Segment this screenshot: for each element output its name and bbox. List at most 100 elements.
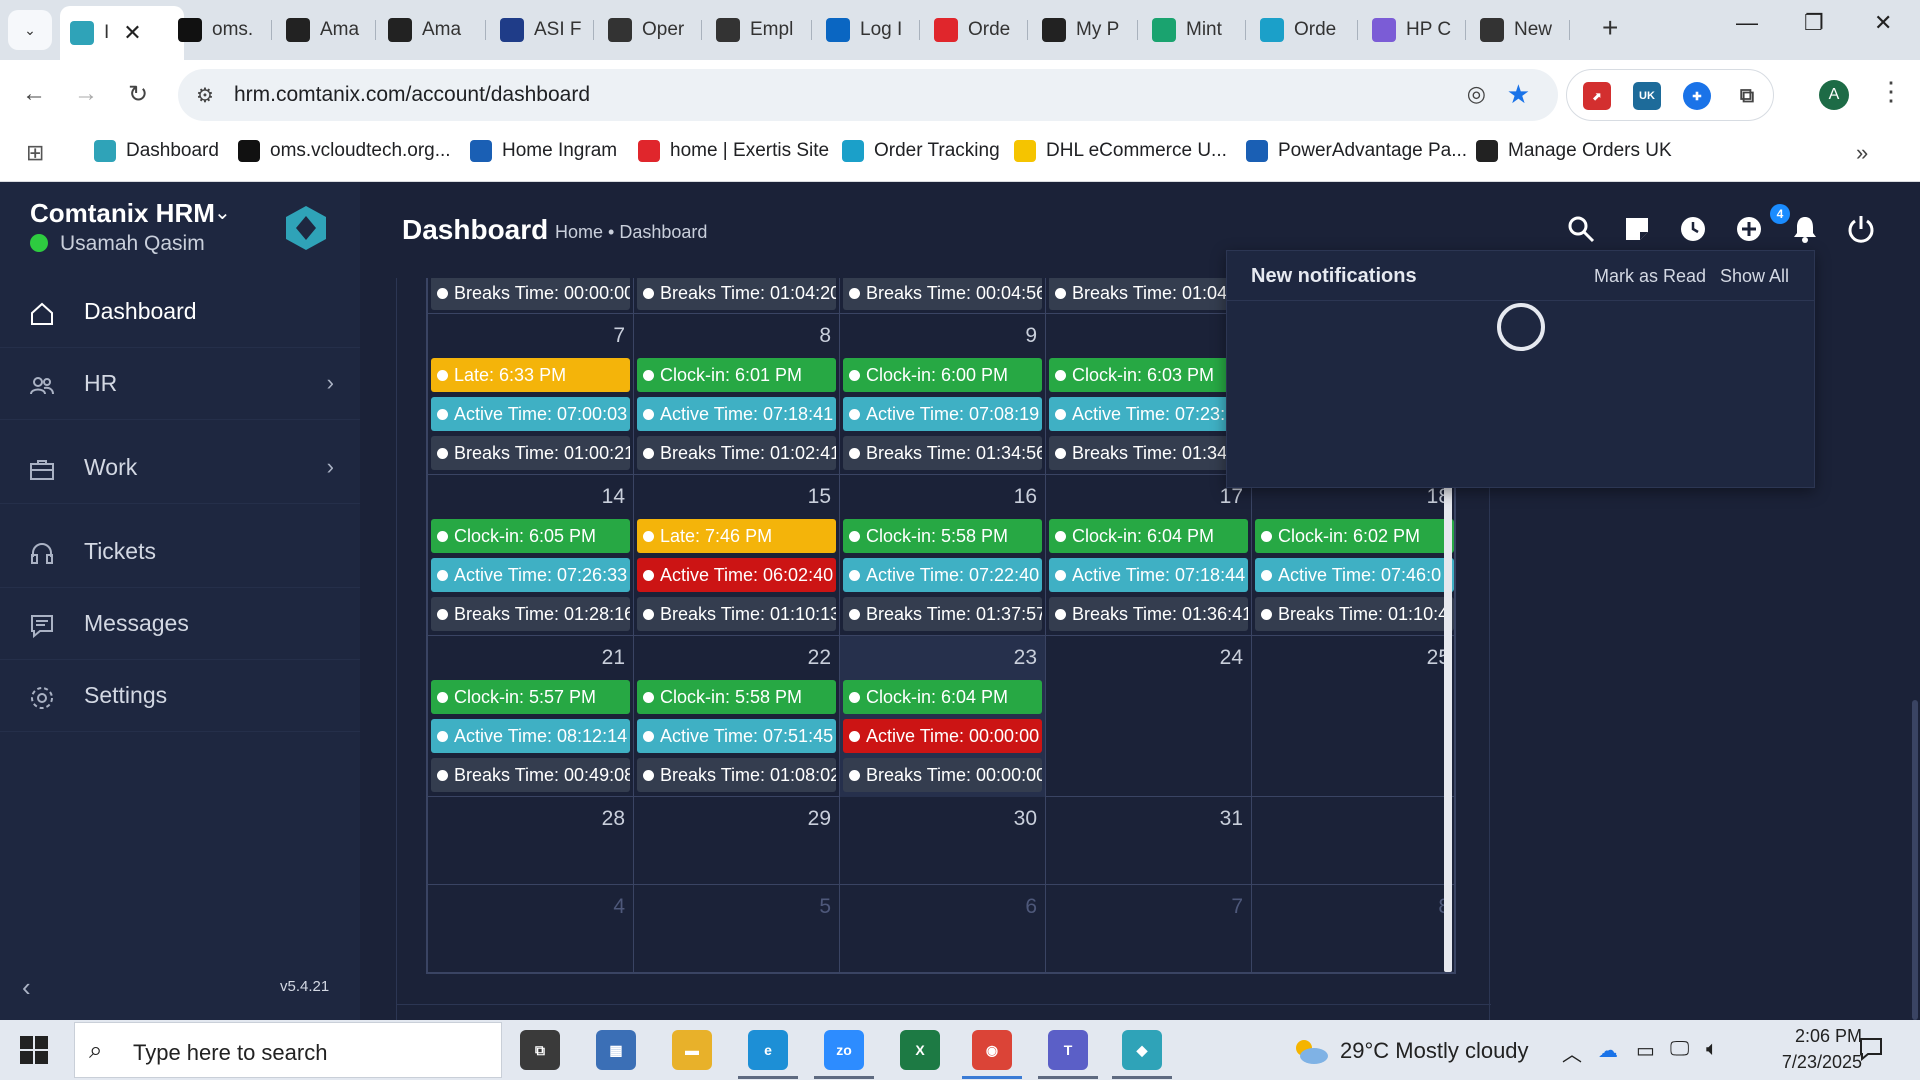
- site-info-icon[interactable]: ⚙: [196, 83, 214, 108]
- attendance-event[interactable]: Clock-in: 6:01 PM: [637, 358, 836, 392]
- reload-button[interactable]: ↻: [128, 80, 148, 109]
- calendar-day-cell[interactable]: 5: [634, 885, 840, 972]
- calendar-day-cell[interactable]: 8 Clock-in: 6:01 PM Active Time: 07:18:41 B…: [634, 314, 840, 475]
- tracking-protection-icon[interactable]: ◎: [1467, 81, 1486, 107]
- attendance-event[interactable]: Clock-in: 5:58 PM: [637, 680, 836, 714]
- clock-date[interactable]: 7/23/2025: [1742, 1052, 1862, 1073]
- calendar-day-cell[interactable]: 7 Late: 6:33 PM Active Time: 07:00:03 Break…: [428, 314, 634, 475]
- attendance-event[interactable]: Active Time: 07:18:44: [1049, 558, 1248, 592]
- attendance-event[interactable]: Breaks Time: 00:04:56: [843, 278, 1042, 310]
- notes-icon[interactable]: [1622, 214, 1652, 244]
- attendance-event[interactable]: Breaks Time: 00:00:00: [431, 278, 630, 310]
- attendance-event[interactable]: Clock-in: 6:03 PM: [1049, 358, 1248, 392]
- sidebar-item-dashboard[interactable]: Dashboard: [0, 278, 360, 348]
- more-bookmarks-icon[interactable]: »: [1856, 140, 1868, 166]
- bookmark-item[interactable]: oms.vcloudtech.org...: [238, 140, 451, 162]
- clock-time[interactable]: 2:06 PM: [1752, 1026, 1862, 1047]
- attendance-event[interactable]: Late: 7:46 PM: [637, 519, 836, 553]
- calendar-day-cell[interactable]: 6: [840, 885, 1046, 972]
- attendance-event[interactable]: Active Time: 08:12:14: [431, 719, 630, 753]
- show-hidden-icons-icon[interactable]: ︿: [1562, 1038, 1582, 1067]
- attendance-event[interactable]: Active Time: 07:22:40: [843, 558, 1042, 592]
- bookmark-item[interactable]: Home Ingram: [470, 140, 617, 162]
- calendar-day-cell[interactable]: 23 Clock-in: 6:04 PM Active Time: 00:00:00…: [840, 636, 1046, 797]
- extensions-icon[interactable]: ⧉: [1733, 82, 1761, 110]
- attendance-event[interactable]: Clock-in: 6:02 PM: [1255, 519, 1454, 553]
- collapse-sidebar-icon[interactable]: ‹: [22, 972, 31, 1003]
- attendance-event[interactable]: Active Time: 07:46:0: [1255, 558, 1454, 592]
- task-view-app-icon[interactable]: ⧉: [520, 1030, 560, 1070]
- attendance-event[interactable]: Breaks Time: 01:04: [1049, 278, 1248, 310]
- attendance-event[interactable]: Clock-in: 5:57 PM: [431, 680, 630, 714]
- browser-tab[interactable]: Orde: [924, 8, 1028, 52]
- tab-search-button[interactable]: ⌄: [8, 10, 52, 50]
- sidebar-item-messages[interactable]: Messages: [0, 590, 360, 660]
- attendance-event[interactable]: Breaks Time: 01:34: [1049, 436, 1248, 470]
- browser-tab[interactable]: I ✕: [60, 6, 184, 60]
- show-all-link[interactable]: Show All: [1720, 266, 1789, 287]
- browser-tab[interactable]: Log I: [816, 8, 920, 52]
- calendar-day-cell[interactable]: 30: [840, 797, 1046, 885]
- bookmark-item[interactable]: Manage Orders UK: [1476, 140, 1672, 162]
- calendar-day-cell[interactable]: 17 Clock-in: 6:04 PM Active Time: 07:18:44…: [1046, 475, 1252, 636]
- attendance-event[interactable]: Breaks Time: 01:34:56: [843, 436, 1042, 470]
- calendar-day-cell[interactable]: 1Clock-in: 6:03 PMActive Time: 07:23:Bre…: [1046, 314, 1252, 475]
- add-circle-icon[interactable]: [1734, 214, 1764, 244]
- calendar-day-cell[interactable]: 29: [634, 797, 840, 885]
- taskbar-search-box[interactable]: ⌕ Type here to search: [74, 1022, 502, 1078]
- calendar-day-cell[interactable]: Breaks Time: 01:04:20: [634, 278, 840, 314]
- chevron-down-icon[interactable]: ⌄: [214, 200, 231, 225]
- onedrive-icon[interactable]: ☁: [1598, 1038, 1618, 1063]
- browser-tab[interactable]: Empl: [706, 8, 812, 52]
- comtanix-app-icon[interactable]: ◆: [1122, 1030, 1162, 1070]
- page-scrollbar-thumb[interactable]: [1912, 700, 1918, 1020]
- attendance-event[interactable]: Clock-in: 6:00 PM: [843, 358, 1042, 392]
- attendance-event[interactable]: Active Time: 00:00:00: [843, 719, 1042, 753]
- calendar-day-cell[interactable]: Breaks Time: 01:04: [1046, 278, 1252, 314]
- attendance-event[interactable]: Clock-in: 5:58 PM: [843, 519, 1042, 553]
- teams-app-icon[interactable]: T: [1048, 1030, 1088, 1070]
- sidebar-item-settings[interactable]: Settings: [0, 662, 360, 732]
- attendance-event[interactable]: Breaks Time: 00:00:00: [843, 758, 1042, 792]
- file-explorer-app-icon[interactable]: ▬: [672, 1030, 712, 1070]
- attendance-event[interactable]: Breaks Time: 01:04:20: [637, 278, 836, 310]
- calendar-day-cell[interactable]: Breaks Time: 00:00:00: [428, 278, 634, 314]
- attendance-event[interactable]: Breaks Time: 00:49:08: [431, 758, 630, 792]
- browser-tab[interactable]: My P: [1032, 8, 1138, 52]
- calendar-day-cell[interactable]: 28: [428, 797, 634, 885]
- attendance-event[interactable]: Breaks Time: 01:10:4: [1255, 597, 1454, 631]
- attendance-event[interactable]: Active Time: 07:23:: [1049, 397, 1248, 431]
- bookmark-star-icon[interactable]: ★: [1507, 79, 1530, 110]
- battery-icon[interactable]: ▭: [1636, 1038, 1655, 1063]
- attendance-event[interactable]: Clock-in: 6:04 PM: [843, 680, 1042, 714]
- calendar-day-cell[interactable]: 14 Clock-in: 6:05 PM Active Time: 07:26:33…: [428, 475, 634, 636]
- calendar-scrollbar[interactable]: [1444, 478, 1452, 972]
- volume-icon[interactable]: 🔈︎: [1706, 1038, 1718, 1061]
- weather-cloudy-icon[interactable]: [1290, 1036, 1330, 1066]
- sidebar-item-tickets[interactable]: Tickets: [0, 518, 360, 588]
- attendance-event[interactable]: Late: 6:33 PM: [431, 358, 630, 392]
- apps-grid-icon[interactable]: ⊞: [26, 140, 44, 166]
- bookmark-item[interactable]: home | Exertis Site: [638, 140, 829, 162]
- search-icon[interactable]: [1566, 214, 1596, 244]
- bell-icon[interactable]: [1790, 214, 1820, 244]
- attendance-event[interactable]: Breaks Time: 01:00:21: [431, 436, 630, 470]
- forward-button[interactable]: →: [74, 80, 98, 108]
- attendance-event[interactable]: Clock-in: 6:04 PM: [1049, 519, 1248, 553]
- browser-tab[interactable]: Ama: [378, 8, 486, 52]
- browser-tab[interactable]: New: [1470, 8, 1570, 52]
- calendar-day-cell[interactable]: 16 Clock-in: 5:58 PM Active Time: 07:22:40…: [840, 475, 1046, 636]
- close-tab-icon[interactable]: ✕: [123, 20, 141, 46]
- pdf-extension-icon[interactable]: ⬈: [1583, 82, 1611, 110]
- attendance-event[interactable]: Active Time: 07:08:19: [843, 397, 1042, 431]
- calendar-day-cell[interactable]: 21 Clock-in: 5:57 PM Active Time: 08:12:14…: [428, 636, 634, 797]
- calendar-day-cell[interactable]: 4: [428, 885, 634, 972]
- bookmark-item[interactable]: DHL eCommerce U...: [1014, 140, 1227, 162]
- back-button[interactable]: ←: [22, 80, 46, 108]
- calendar-day-cell[interactable]: 8: [1252, 885, 1454, 972]
- browser-tab[interactable]: Orde: [1250, 8, 1358, 52]
- browser-tab[interactable]: ASI F: [490, 8, 594, 52]
- browser-tab[interactable]: oms.: [168, 8, 272, 52]
- calendar-day-cell[interactable]: 15 Late: 7:46 PM Active Time: 06:02:40 Brea…: [634, 475, 840, 636]
- calendar-day-cell[interactable]: Breaks Time: 00:04:56: [840, 278, 1046, 314]
